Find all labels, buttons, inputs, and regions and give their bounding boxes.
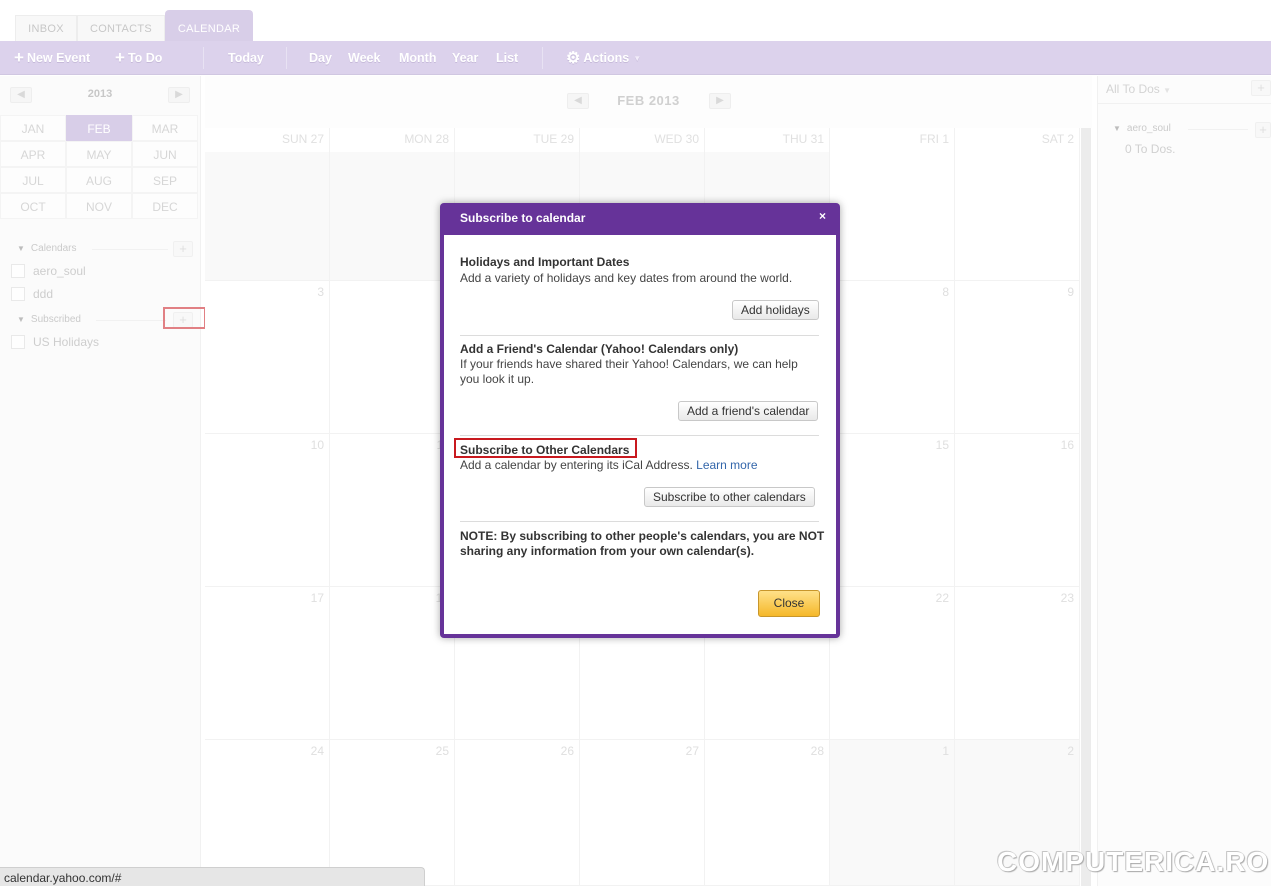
dialog-body: Holidays and Important Dates Add a varie… xyxy=(444,235,836,634)
subscription-note: NOTE: By subscribing to other people's c… xyxy=(460,529,825,558)
add-holidays-button[interactable]: Add holidays xyxy=(732,300,819,320)
dialog-close-icon[interactable]: × xyxy=(819,209,826,223)
highlight-box xyxy=(454,438,637,458)
dialog-title: Subscribe to calendar xyxy=(460,211,586,225)
other-calendars-description: Add a calendar by entering its iCal Addr… xyxy=(460,458,820,473)
watermark: COMPUTERICA.RO xyxy=(997,846,1270,877)
learn-more-link[interactable]: Learn more xyxy=(696,458,757,472)
subscribe-other-calendars-button[interactable]: Subscribe to other calendars xyxy=(644,487,815,507)
close-button[interactable]: Close xyxy=(758,590,820,617)
dialog-divider xyxy=(460,521,819,522)
friend-calendar-description: If your friends have shared their Yahoo!… xyxy=(460,357,798,386)
subscribe-dialog: Subscribe to calendar × Holidays and Imp… xyxy=(440,203,840,638)
holidays-description: Add a variety of holidays and key dates … xyxy=(460,271,793,285)
holidays-heading: Holidays and Important Dates xyxy=(460,255,630,269)
dialog-divider xyxy=(460,335,819,336)
friend-calendar-heading: Add a Friend's Calendar (Yahoo! Calendar… xyxy=(460,342,739,356)
dialog-divider xyxy=(460,435,819,436)
add-friend-calendar-button[interactable]: Add a friend's calendar xyxy=(678,401,819,421)
other-calendars-text: Add a calendar by entering its iCal Addr… xyxy=(460,458,693,472)
browser-status-bar: calendar.yahoo.com/# xyxy=(0,867,425,886)
